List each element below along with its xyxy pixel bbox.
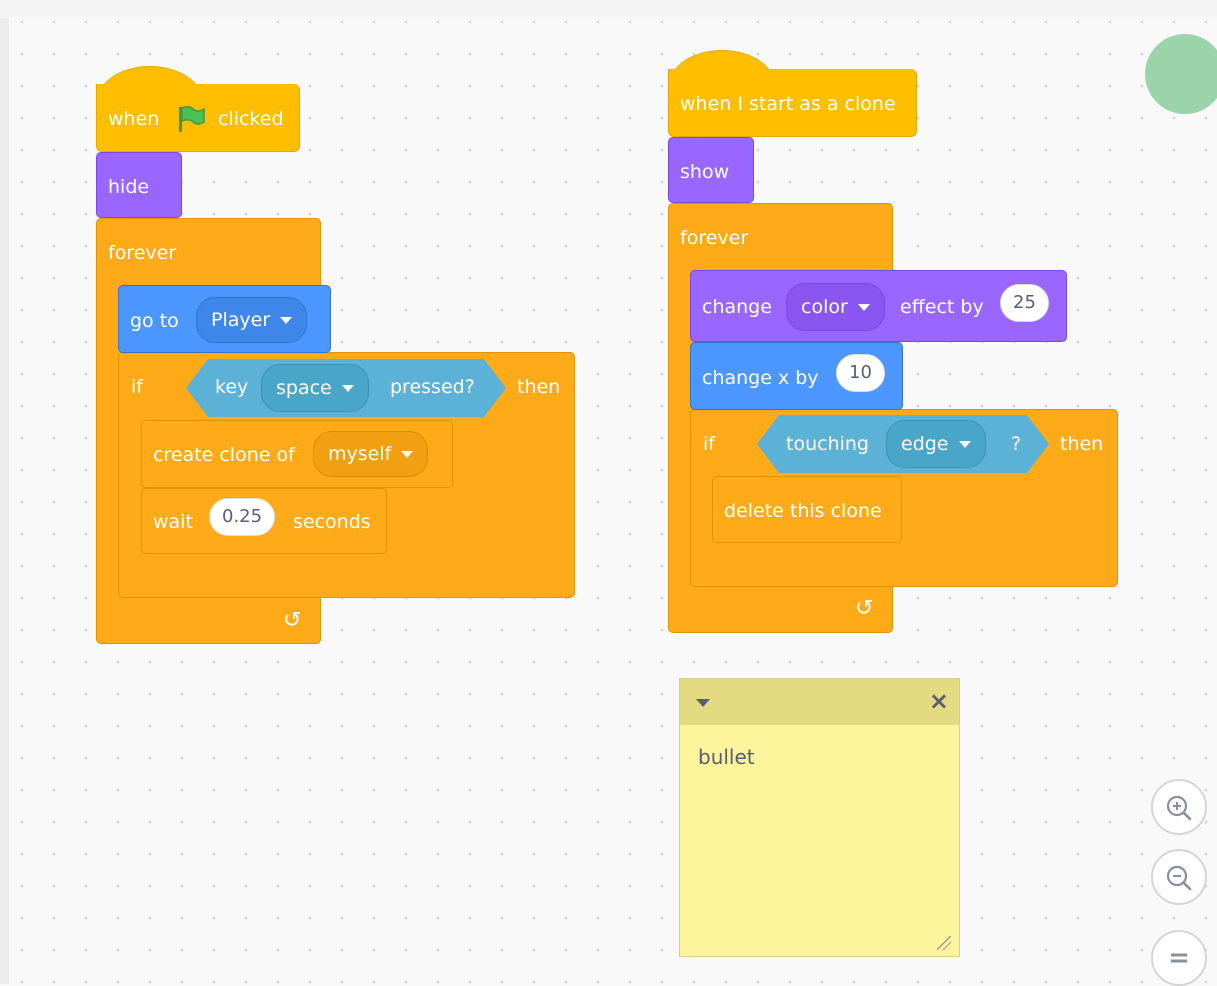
go-to-target-dropdown[interactable]: Player — [196, 297, 308, 343]
then-label: then — [1060, 433, 1104, 455]
canvas-left-edge — [0, 0, 9, 984]
key-dropdown[interactable]: space — [261, 364, 369, 412]
pressed-label: pressed? — [390, 376, 475, 398]
collapse-caret-icon[interactable] — [696, 699, 710, 707]
change-x-label: change x by — [702, 367, 819, 389]
zoom-reset-icon: = — [1168, 943, 1190, 973]
if-label: if — [703, 433, 715, 455]
comment-note[interactable]: × bullet — [679, 678, 960, 957]
change-label: change — [702, 296, 772, 318]
zoom-reset-button[interactable]: = — [1151, 930, 1207, 986]
then-label: then — [517, 376, 561, 398]
seconds-label: seconds — [293, 511, 371, 533]
forever-label: forever — [680, 227, 749, 249]
question-label: ? — [1011, 433, 1022, 455]
close-icon[interactable]: × — [929, 688, 949, 714]
hide-label: hide — [108, 176, 150, 198]
green-flag-icon — [176, 104, 206, 134]
change-x-value-input[interactable]: 10 — [836, 354, 885, 392]
loop-arrow-icon: ↺ — [283, 608, 302, 633]
note-header[interactable]: × — [680, 679, 959, 725]
effect-value-input[interactable]: 25 — [1000, 284, 1049, 322]
clicked-label: clicked — [218, 108, 284, 130]
delete-clone-label: delete this clone — [724, 500, 882, 522]
create-clone-label: create clone of — [153, 444, 295, 466]
key-label: key — [215, 376, 249, 398]
zoom-out-icon — [1166, 865, 1192, 891]
touching-label: touching — [786, 433, 869, 455]
when-label: when — [108, 108, 160, 130]
loop-arrow-icon: ↺ — [855, 596, 874, 621]
when-clone-label: when I start as a clone — [680, 93, 896, 115]
zoom-in-icon — [1166, 795, 1192, 821]
sprite-indicator — [1145, 34, 1217, 114]
wait-seconds-input[interactable]: 0.25 — [209, 498, 276, 536]
zoom-out-button[interactable] — [1151, 849, 1207, 905]
effect-by-label: effect by — [900, 296, 984, 318]
wait-label: wait — [153, 511, 193, 533]
go-to-label: go to — [130, 310, 179, 332]
if-label: if — [131, 376, 143, 398]
note-text[interactable]: bullet — [698, 745, 755, 769]
canvas-top-strip — [0, 0, 1217, 18]
show-label: show — [680, 161, 730, 183]
touching-target-dropdown[interactable]: edge — [886, 420, 986, 468]
resize-handle-icon[interactable] — [937, 936, 951, 950]
forever-label: forever — [108, 242, 177, 264]
zoom-in-button[interactable] — [1151, 779, 1207, 835]
effect-dropdown[interactable]: color — [786, 283, 885, 331]
clone-target-dropdown[interactable]: myself — [313, 431, 429, 477]
